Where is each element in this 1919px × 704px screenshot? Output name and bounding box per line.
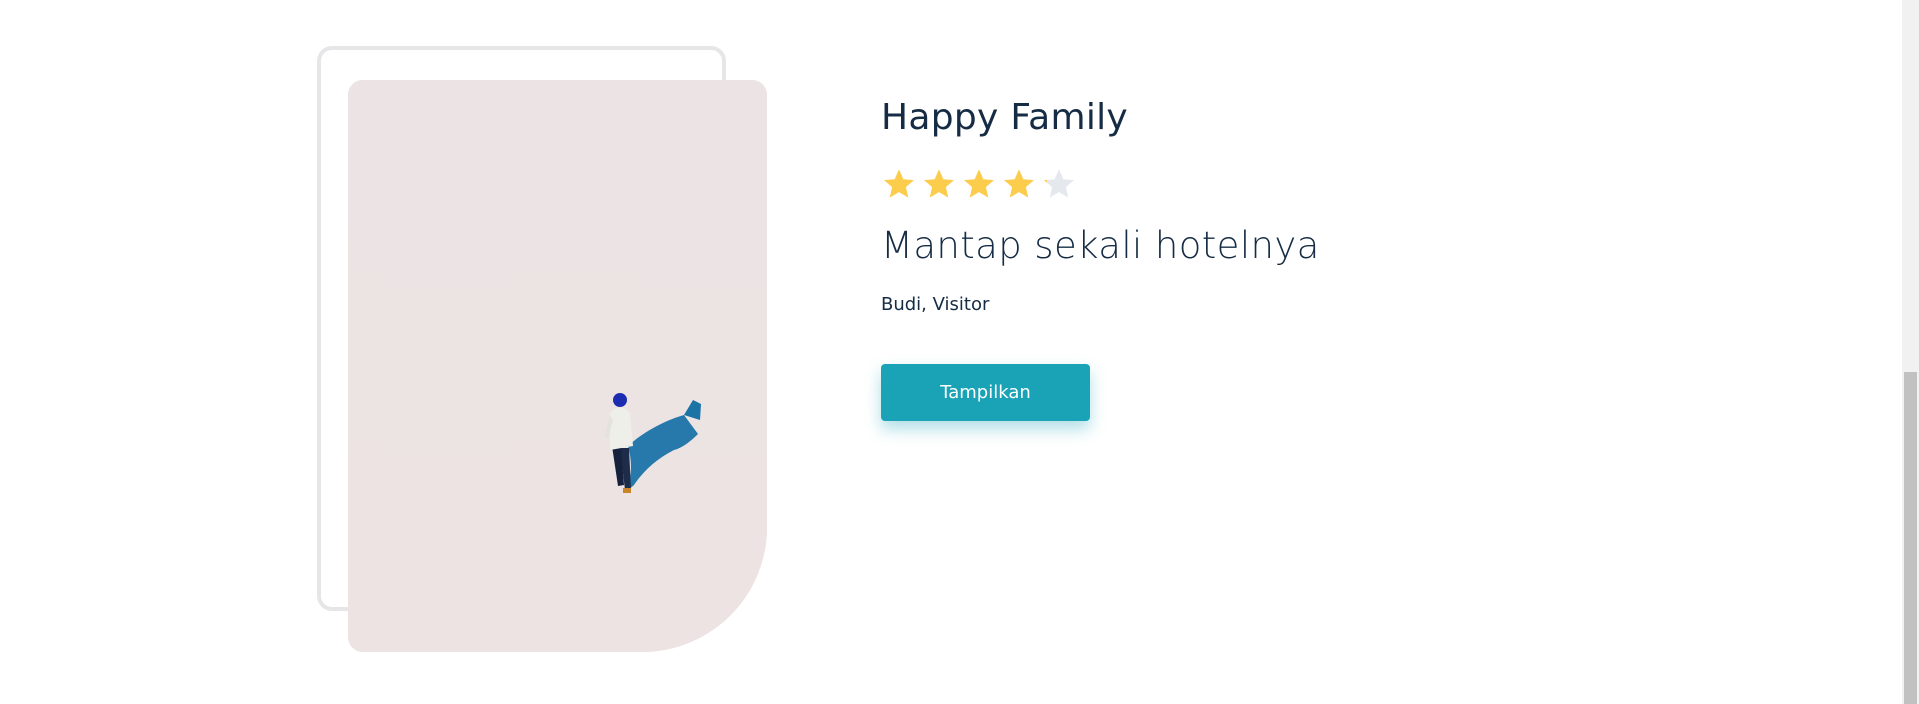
show-button[interactable]: Tampilkan (881, 364, 1090, 421)
testimonial-photo (348, 80, 767, 652)
star-rating (881, 166, 1077, 206)
testimonial-section: Happy Family Mantap sekali hotelnya Budi… (0, 0, 1919, 704)
star-filled-icon (1001, 166, 1037, 202)
star-half-icon (1041, 166, 1077, 202)
star-filled-icon (881, 166, 917, 202)
testimonial-author: Budi, Visitor (881, 294, 990, 315)
star-filled-icon (921, 166, 957, 202)
testimonial-message: Mantap sekali hotelnya (881, 224, 1320, 267)
star-filled-icon (961, 166, 997, 202)
person-walking-illustration (348, 80, 767, 652)
scrollbar-thumb[interactable] (1904, 372, 1917, 704)
testimonial-content: Happy Family Mantap sekali hotelnya Budi… (881, 94, 1319, 421)
vertical-scrollbar[interactable] (1902, 0, 1919, 704)
testimonial-title: Happy Family (881, 97, 1129, 138)
